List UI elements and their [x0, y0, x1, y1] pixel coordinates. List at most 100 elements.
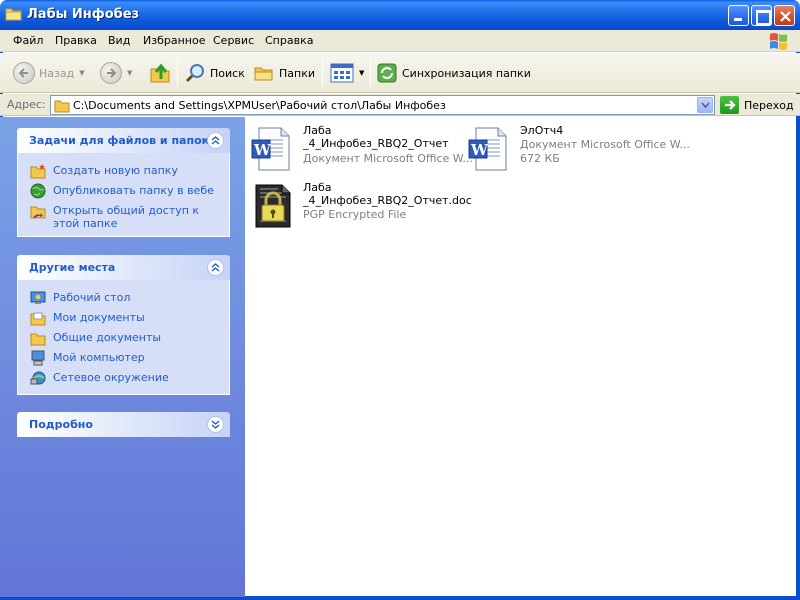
expand-chevron-icon[interactable] [207, 416, 224, 433]
views-icon [330, 63, 354, 83]
folders-icon [254, 67, 273, 81]
maximize-button[interactable] [751, 5, 772, 26]
folder-icon [5, 8, 22, 21]
details-panel-title: Подробно [29, 418, 93, 431]
address-value: C:\Documents and Settings\XPMUser\Рабочи… [73, 99, 446, 112]
file-name: Лаба _4_Инфобез_RBQ2_Отчет [303, 124, 449, 150]
place-label: Мой компьютер [53, 351, 145, 364]
folders-label: Папки [279, 66, 315, 80]
search-label: Поиск [210, 66, 245, 80]
task-publish-web[interactable]: Опубликовать папку в вебе [18, 181, 229, 201]
word-document-icon: W [468, 127, 507, 171]
forward-dropdown-icon[interactable]: ▼ [127, 69, 132, 77]
place-label: Мои документы [53, 311, 145, 324]
minimize-button[interactable] [728, 5, 749, 26]
network-places-icon [30, 371, 46, 385]
forward-button[interactable]: ▼ [100, 61, 132, 85]
tasks-panel-body: Создать новую папку Опубликовать папку в… [17, 153, 230, 237]
place-my-computer[interactable]: Мой компьютер [18, 348, 229, 368]
other-places-panel: Другие места Рабочий стол Мои документы [17, 255, 230, 395]
file-item[interactable]: W Лаба _4_Инфобез_RBQ2_Отчет Документ Mi… [251, 124, 473, 172]
new-folder-icon [30, 164, 46, 179]
file-folder-tasks-panel: Задачи для файлов и папок Создать новую … [17, 128, 230, 237]
menu-tools[interactable]: Сервис [213, 34, 254, 47]
places-panel-header[interactable]: Другие места [17, 255, 230, 280]
back-button[interactable]: Назад ▼ [13, 61, 85, 85]
my-documents-icon [30, 312, 46, 326]
menu-favorites[interactable]: Избранное [143, 34, 205, 47]
task-label: Опубликовать папку в вебе [53, 184, 214, 197]
close-button[interactable] [774, 5, 795, 26]
svg-text:W: W [470, 141, 489, 159]
place-label: Сетевое окружение [53, 371, 169, 384]
shared-documents-icon [30, 333, 46, 346]
place-desktop[interactable]: Рабочий стол [18, 288, 229, 308]
toolbar: Назад ▼ ▼ Поиск Папки ▼ Синхронизация па… [0, 53, 800, 93]
details-panel: Подробно [17, 412, 230, 437]
menu-file[interactable]: Файл [13, 34, 43, 47]
tasks-panel-header[interactable]: Задачи для файлов и папок [17, 128, 230, 153]
places-panel-body: Рабочий стол Мои документы Общие докумен… [17, 280, 230, 395]
menu-bar: Файл Правка Вид Избранное Сервис Справка [0, 30, 800, 52]
place-label: Рабочий стол [53, 291, 131, 304]
address-bar: Адрес: C:\Documents and Settings\XPMUser… [0, 94, 800, 116]
collapse-chevron-icon[interactable] [207, 259, 224, 276]
address-dropdown-button[interactable] [697, 97, 713, 113]
address-input[interactable]: C:\Documents and Settings\XPMUser\Рабочи… [50, 95, 715, 115]
task-label: Создать новую папку [53, 164, 178, 177]
go-arrow-icon [720, 96, 739, 114]
toolbar-separator [322, 59, 323, 87]
up-folder-button[interactable] [148, 61, 172, 85]
go-button[interactable]: Переход [720, 96, 794, 114]
toolbar-separator [177, 59, 178, 87]
menu-edit[interactable]: Правка [55, 34, 97, 47]
file-item[interactable]: W ЭлОтч4 Документ Microsoft Office W... … [468, 124, 690, 172]
sync-folder-button[interactable]: Синхронизация папки [376, 61, 531, 85]
windows-logo-icon [770, 33, 787, 50]
folders-button[interactable]: Папки [253, 61, 315, 85]
details-panel-header[interactable]: Подробно [17, 412, 230, 437]
file-item[interactable]: Лаба _4_Инфобез_RBQ2_Отчет.doc PGP Encry… [251, 181, 472, 229]
pgp-locked-file-icon [255, 184, 291, 228]
place-shared-documents[interactable]: Общие документы [18, 328, 229, 348]
place-network[interactable]: Сетевое окружение [18, 368, 229, 388]
menu-help[interactable]: Справка [265, 34, 313, 47]
file-type: Документ Microsoft Office W... [520, 138, 690, 151]
file-type: Документ Microsoft Office W... [303, 152, 473, 165]
window-title: Лабы Инфобез [27, 7, 140, 22]
up-folder-icon [150, 63, 170, 83]
sync-label: Синхронизация папки [402, 66, 531, 80]
file-name: Лаба _4_Инфобез_RBQ2_Отчет.doc [303, 181, 472, 207]
desktop-icon [30, 291, 46, 304]
back-label: Назад [39, 66, 75, 80]
views-button[interactable]: ▼ [330, 61, 364, 85]
views-dropdown-icon[interactable]: ▼ [359, 69, 364, 77]
task-share-folder[interactable]: Открыть общий доступ к этой папке [18, 201, 229, 230]
sync-icon [377, 63, 397, 83]
back-dropdown-icon[interactable]: ▼ [79, 69, 84, 77]
go-label: Переход [744, 98, 794, 112]
word-document-icon: W [251, 127, 290, 171]
svg-text:W: W [253, 141, 272, 159]
task-pane: Задачи для файлов и папок Создать новую … [0, 117, 245, 597]
search-icon [185, 64, 204, 83]
search-button[interactable]: Поиск [184, 61, 245, 85]
address-label: Адрес: [7, 98, 46, 111]
publish-web-icon [30, 183, 46, 199]
file-type: PGP Encrypted File [303, 208, 407, 221]
title-bar[interactable]: Лабы Инфобез [0, 0, 800, 30]
task-new-folder[interactable]: Создать новую папку [18, 161, 229, 181]
file-name: ЭлОтч4 [520, 124, 564, 137]
my-computer-icon [31, 350, 45, 366]
place-my-documents[interactable]: Мои документы [18, 308, 229, 328]
task-label: Открыть общий доступ к этой папке [53, 204, 200, 230]
collapse-chevron-icon[interactable] [207, 132, 224, 149]
close-icon [780, 11, 791, 22]
back-arrow-icon [13, 62, 35, 84]
menu-view[interactable]: Вид [108, 34, 130, 47]
toolbar-separator [370, 59, 371, 87]
forward-arrow-icon [100, 62, 122, 84]
places-panel-title: Другие места [29, 261, 116, 274]
share-folder-icon [30, 206, 46, 219]
tasks-panel-title: Задачи для файлов и папок [29, 134, 210, 147]
